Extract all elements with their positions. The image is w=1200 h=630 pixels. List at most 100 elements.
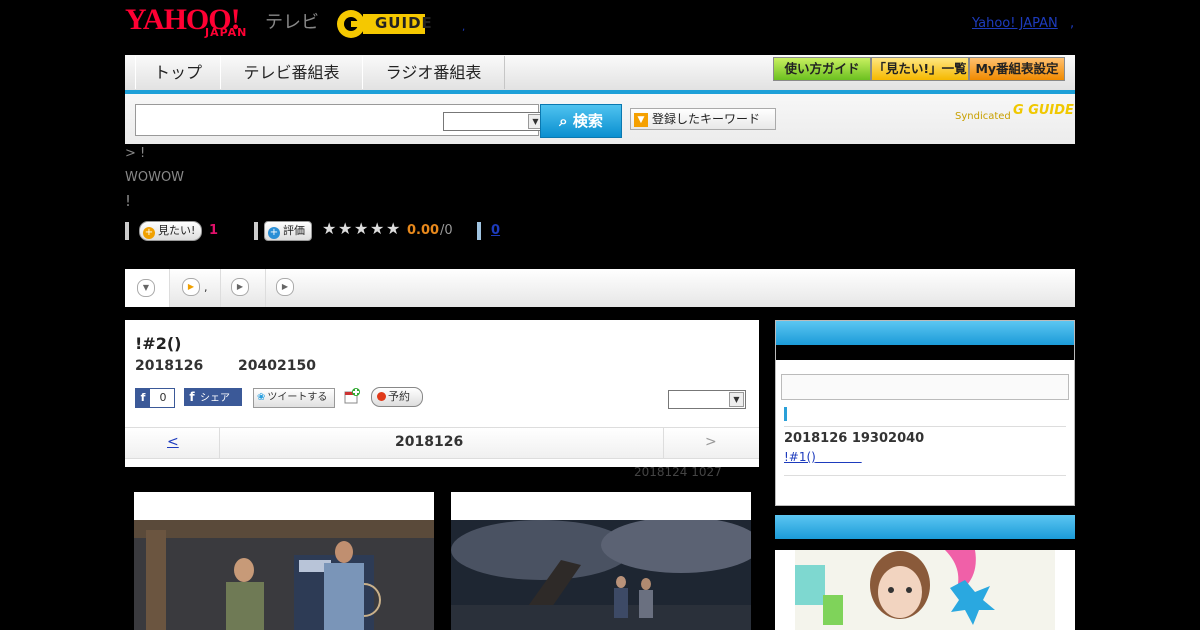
search-input[interactable]: ▼ — [135, 104, 545, 136]
tweet-label: ツイートする — [267, 392, 328, 403]
sidebar-header-band — [776, 345, 1074, 360]
facebook-like-count: 0 — [159, 391, 167, 404]
tweet-button[interactable]: ❀ ツイートする — [253, 388, 335, 408]
program-date: 2018126 — [135, 358, 204, 374]
rate-button[interactable]: + 評価 — [264, 221, 312, 241]
sidebar-ad-header-band — [775, 539, 1075, 550]
sidebar-next-date: 2018126 19302040 — [784, 431, 925, 446]
sidebar-section-marker — [784, 407, 787, 421]
sidebar-next-episode-text: !#1() — [784, 450, 816, 464]
play-icon: ▶ — [276, 278, 294, 296]
reserve-label: 予約 — [388, 390, 410, 403]
facebook-icon: f — [136, 389, 150, 407]
show-short-title: ! — [125, 192, 132, 210]
scene-image — [134, 520, 434, 630]
stat-divider — [477, 222, 481, 240]
search-category-select[interactable]: ▼ — [443, 112, 545, 131]
syndicated-gguide-mark: G GUIDE — [1013, 103, 1074, 118]
thumbnail-card[interactable] — [134, 492, 434, 630]
sidebar-ad-box — [775, 515, 1075, 630]
stat-divider — [254, 222, 258, 240]
rating-value: 0.00 — [407, 223, 440, 238]
record-dot-icon — [377, 392, 386, 401]
program-detail-panel: !#2() 2018126 20402150 f 0 f シェア ❀ ツイートする … — [125, 320, 759, 467]
guide-button[interactable]: 使い方ガイド — [773, 57, 871, 81]
ad-banner-image[interactable] — [795, 550, 1055, 630]
triangle-down-icon: ▼ — [634, 112, 648, 127]
search-button[interactable]: ⌕ 検索 — [540, 104, 622, 138]
calendar-add-icon[interactable] — [344, 388, 360, 404]
stat-divider — [125, 222, 129, 240]
nav-tab-top[interactable]: トップ — [135, 56, 221, 89]
sidebar-ad-header — [775, 515, 1075, 539]
pager-prev-link[interactable]: < — [167, 434, 179, 450]
sidebar-header — [776, 321, 1074, 345]
mitai-label: 見たい! — [158, 224, 196, 237]
review-count-link[interactable]: 0 — [491, 223, 500, 238]
detail-tab-strip: ▼ ▶ , ▶ ▶ — [125, 269, 1075, 307]
nav-tab-radio-schedule[interactable]: ラジオ番組表 — [362, 56, 505, 89]
tab-second-label: , — [204, 281, 208, 294]
tab-fourth[interactable]: ▶ — [266, 269, 310, 307]
program-time: 20402150 — [238, 358, 316, 374]
program-title: !#2() — [135, 334, 182, 353]
search-button-label: 検索 — [572, 112, 603, 130]
rating-star-icon: ★ — [386, 219, 401, 238]
sidebar-divider — [784, 475, 1066, 476]
rate-label: 評価 — [283, 224, 305, 237]
sidebar-related-box: 2018126 19302040 !#1() — [775, 320, 1075, 506]
tab-down-icon: ▼ — [137, 279, 155, 297]
sidebar-divider — [784, 426, 1066, 427]
date-pager: < 2018126 > — [125, 427, 759, 459]
mitai-button[interactable]: + 見たい! — [139, 221, 203, 241]
mitai-count: 1 — [209, 223, 219, 238]
facebook-share-button[interactable]: f シェア — [184, 388, 242, 406]
tv-logo-label: テレビ — [265, 12, 319, 33]
twitter-bird-icon: ❀ — [257, 392, 266, 403]
facebook-icon: f — [189, 390, 195, 404]
last-updated: 2018124 1027 — [634, 465, 722, 479]
rating-star-icon: ★ — [322, 219, 337, 238]
nav-tab-tv-schedule[interactable]: テレビ番組表 — [220, 56, 363, 89]
sidebar-search-input[interactable] — [781, 374, 1069, 400]
sidebar-next-episode-link[interactable]: !#1() — [784, 450, 862, 464]
mitai-list-button[interactable]: 「見たい!」一覧 — [871, 57, 969, 81]
registered-keyword-button[interactable]: ▼ 登録したキーワード — [630, 108, 776, 130]
plus-icon: + — [143, 227, 155, 239]
gguide-logo-text: GUIDE — [375, 14, 433, 32]
yahoo-japan-sublogo: JAPAN — [205, 26, 248, 39]
registered-keyword-label: 登録したキーワード — [652, 112, 761, 126]
header-mini-dot: , — [462, 22, 466, 33]
pager-divider — [219, 428, 220, 458]
rating-star-icon: ★ — [338, 219, 353, 238]
play-icon: ▶ — [182, 278, 200, 296]
syndicated-label: Syndicated — [955, 111, 1011, 122]
facebook-like-button[interactable]: f 0 — [135, 388, 175, 408]
search-icon: ⌕ — [559, 112, 568, 130]
my-schedule-settings-button[interactable]: My番組表設定 — [969, 57, 1065, 81]
pager-divider — [663, 428, 664, 458]
rating-star-icon: ★ — [354, 219, 369, 238]
tab-second[interactable]: ▶ , — [170, 269, 221, 307]
thumbnail-card[interactable] — [451, 492, 751, 630]
rating-star-icon: ★ — [370, 219, 385, 238]
tab-third[interactable]: ▶ — [221, 269, 266, 307]
scene-image — [451, 520, 751, 630]
tab-overview[interactable]: ▼ — [125, 269, 170, 307]
play-icon: ▶ — [231, 278, 249, 296]
breadcrumb: > ! — [125, 146, 146, 161]
main-nav: トップ テレビ番組表 ラジオ番組表 使い方ガイド 「見たい!」一覧 My番組表設… — [125, 55, 1075, 94]
yahoo-japan-link[interactable]: Yahoo! JAPAN — [972, 16, 1058, 31]
pager-next-link[interactable]: > — [705, 434, 717, 450]
gguide-logo: GUIDE — [335, 8, 435, 40]
reserve-button[interactable]: 予約 — [371, 387, 423, 407]
header-link-separator: , — [1070, 16, 1075, 31]
search-bar: ▼ ⌕ 検索 ▼ 登録したキーワード Syndicated G GUIDE — [125, 94, 1075, 144]
facebook-share-label: シェア — [200, 393, 230, 404]
channel-name: WOWOW — [125, 170, 185, 185]
panel-select[interactable]: ▼ — [668, 390, 746, 409]
chevron-down-icon: ▼ — [729, 392, 744, 407]
pager-current-date: 2018126 — [395, 434, 464, 450]
plus-icon: + — [268, 227, 280, 239]
rating-count: /0 — [440, 223, 453, 238]
